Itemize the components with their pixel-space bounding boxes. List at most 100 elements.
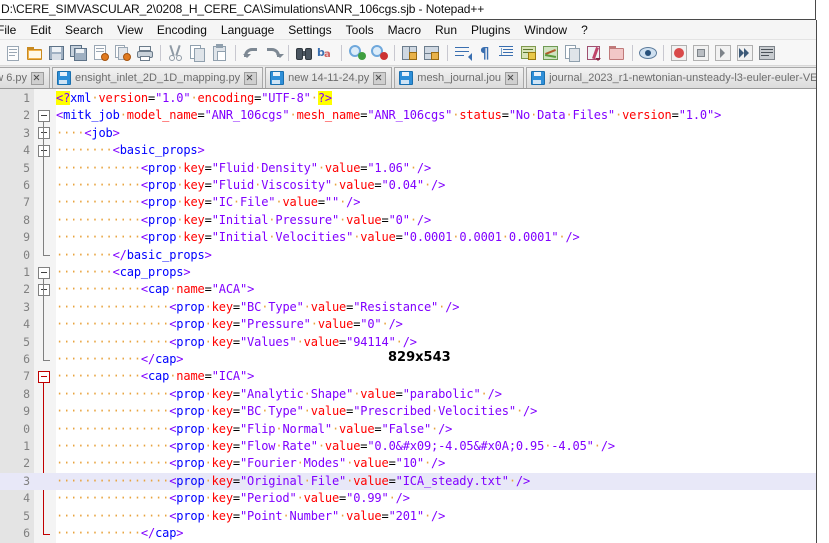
code-text[interactable]: ····<job> [56,125,120,142]
code-line[interactable]: 3 ····<job> [0,125,829,142]
code-text[interactable]: ················<prop·key="Point·Number"… [56,508,445,525]
code-line[interactable]: 9 ············<prop·key="Initial·Velociti… [0,229,829,246]
code-line[interactable]: 2 ············<cap·name="ACA"> [0,281,829,298]
code-line[interactable]: 4 ················<prop·key="Pressure"·va… [0,316,829,333]
menu-item-edit[interactable]: Edit [23,21,58,39]
macro-save-icon[interactable] [757,43,777,63]
print-icon[interactable] [135,43,155,63]
macro-stop-icon[interactable] [691,43,711,63]
code-text[interactable]: ········<cap_props> [56,264,191,281]
code-text[interactable]: ············</cap> [56,525,184,542]
code-line[interactable]: 5 ················<prop·key="Values"·valu… [0,334,829,351]
code-line[interactable]: 2 <mitk_job·model_name="ANR_106cgs"·mesh_… [0,107,829,124]
document-map-icon[interactable] [541,43,561,63]
folder-workspace-icon[interactable] [607,43,627,63]
code-text[interactable]: ············<prop·key="Initial·Pressure"… [56,212,431,229]
menu-item-window[interactable]: Window [517,21,574,39]
tab-close-icon[interactable] [244,71,258,85]
code-text[interactable]: ················<prop·key="BC·Type"·valu… [56,403,537,420]
undo-icon[interactable] [241,43,261,63]
code-text[interactable]: ············<prop·key="IC·File"·value=""… [56,194,360,211]
menu-item-encoding[interactable]: Encoding [150,21,214,39]
code-text[interactable]: ················<prop·key="Analytic·Shap… [56,386,502,403]
tab-close-icon[interactable] [505,71,519,85]
code-text[interactable]: ················<prop·key="Period"·value… [56,490,410,507]
code-text[interactable]: ············<prop·key="Initial·Velocitie… [56,229,580,246]
menu-item-language[interactable]: Language [214,21,281,39]
close-all-icon[interactable] [113,43,133,63]
code-text[interactable]: <?xml·version="1.0"·encoding="UTF-8"·?> [56,90,332,107]
cut-icon[interactable] [166,43,186,63]
code-rows[interactable]: 1 <?xml·version="1.0"·encoding="UTF-8"·?>… [0,89,829,543]
code-text[interactable]: ············<prop·key="Fluid·Density"·va… [56,160,431,177]
code-line[interactable]: 2 ················<prop·key="Fourier·Mode… [0,455,829,472]
code-line[interactable]: 6 ············</cap> [0,525,829,542]
document-tab[interactable]: journal_2023_r1-newtonian-unsteady-l3-eu… [526,67,829,88]
code-line[interactable]: 8 ············<prop·key="Initial·Pressure… [0,212,829,229]
code-line[interactable]: 1 ················<prop·key="Flow·Rate"·v… [0,438,829,455]
sync-horizontal-icon[interactable] [422,43,442,63]
open-file-icon[interactable] [25,43,45,63]
code-line[interactable]: 1 ········<cap_props> [0,264,829,281]
code-line[interactable]: 3 ················<prop·key="BC·Type"·val… [0,299,829,316]
menu-item-run[interactable]: Run [428,21,464,39]
code-line[interactable]: 0 ················<prop·key="Flip·Normal"… [0,421,829,438]
tab-close-icon[interactable] [373,71,387,85]
code-text[interactable]: ················<prop·key="Values"·value… [56,334,417,351]
copy-icon[interactable] [188,43,208,63]
tab-close-icon[interactable] [31,71,45,85]
find-icon[interactable] [294,43,314,63]
code-line[interactable]: 5 ················<prop·key="Point·Number… [0,508,829,525]
code-text[interactable]: ················<prop·key="BC·Type"·valu… [56,299,459,316]
menu-item-tools[interactable]: Tools [339,21,381,39]
new-file-icon[interactable] [3,43,23,63]
code-text[interactable]: ················<prop·key="Fourier·Modes… [56,455,445,472]
code-text[interactable]: ················<prop·key="Original·File… [56,473,530,490]
document-tab[interactable]: new 14-11-24.py [265,67,393,88]
save-icon[interactable] [47,43,67,63]
save-all-icon[interactable] [69,43,89,63]
code-text[interactable]: ················<prop·key="Flip·Normal"·… [56,421,452,438]
word-wrap-icon[interactable] [453,43,473,63]
code-line[interactable]: 7 ············<cap·name="ICA"> [0,368,829,385]
code-text[interactable]: <mitk_job·model_name="ANR_106cgs"·mesh_n… [56,107,721,124]
document-tab[interactable]: new 6.py [0,67,51,88]
macro-playback-icon[interactable] [713,43,733,63]
code-text[interactable]: ········<basic_props> [56,142,205,159]
monitoring-icon[interactable] [638,43,658,63]
document-tab[interactable]: mesh_journal.jou [394,67,525,88]
indent-guide-icon[interactable] [497,43,517,63]
menu-item-settings[interactable]: Settings [281,21,338,39]
macro-run-multiple-icon[interactable] [735,43,755,63]
code-text[interactable]: ············<prop·key="Fluid·Viscosity"·… [56,177,445,194]
menu-item-file[interactable]: File [0,21,23,39]
zoom-in-icon[interactable] [347,43,367,63]
code-text[interactable]: ············</cap> [56,351,184,368]
code-line[interactable]: 8 ················<prop·key="Analytic·Sha… [0,386,829,403]
paste-icon[interactable] [210,43,230,63]
menu-item-macro[interactable]: Macro [381,21,428,39]
code-line[interactable]: 3 ················<prop·key="Original·Fil… [0,472,829,491]
replace-icon[interactable]: ba [316,43,336,63]
show-all-chars-icon[interactable]: ¶ [475,43,495,63]
menu-item-plugins[interactable]: Plugins [464,21,517,39]
code-line[interactable]: 7 ············<prop·key="IC·File"·value="… [0,194,829,211]
zoom-out-icon[interactable] [369,43,389,63]
code-line[interactable]: 0 ········</basic_props> [0,247,829,264]
close-icon[interactable] [91,43,111,63]
code-line[interactable]: 9 ················<prop·key="BC·Type"·val… [0,403,829,420]
menu-item-search[interactable]: Search [58,21,110,39]
editor-area[interactable]: 1 <?xml·version="1.0"·encoding="UTF-8"·?>… [0,89,829,543]
document-switcher-icon[interactable] [585,43,605,63]
code-line[interactable]: 5 ············<prop·key="Fluid·Density"·v… [0,160,829,177]
code-text[interactable]: ················<prop·key="Pressure"·val… [56,316,403,333]
code-line[interactable]: 4 ················<prop·key="Period"·valu… [0,490,829,507]
code-line[interactable]: 1 <?xml·version="1.0"·encoding="UTF-8"·?> [0,90,829,107]
redo-icon[interactable] [263,43,284,63]
function-list-icon[interactable] [563,43,583,63]
code-line[interactable]: 4 ········<basic_props> [0,142,829,159]
user-define-dialog-icon[interactable] [519,43,539,63]
code-text[interactable]: ············<cap·name="ICA"> [56,368,254,385]
document-tab[interactable]: ensight_inlet_2D_1D_mapping.py [52,67,264,88]
menu-item-[interactable]: ? [574,21,595,39]
